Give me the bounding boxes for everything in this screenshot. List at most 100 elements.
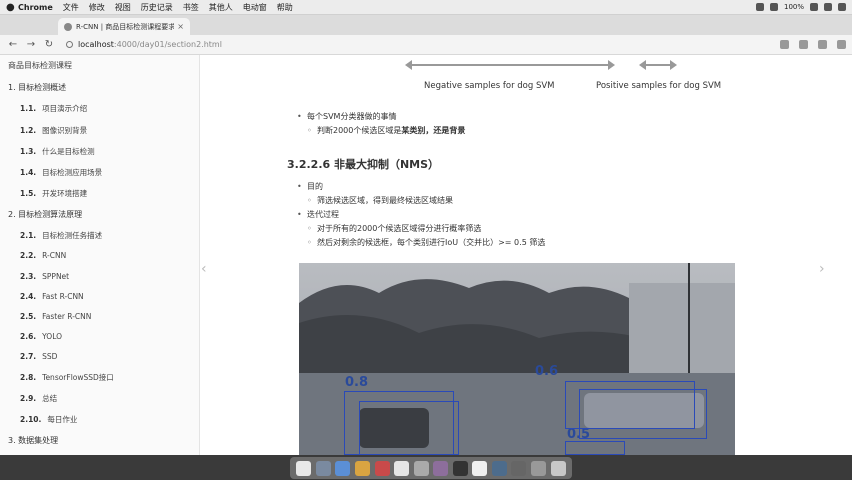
apple-menu-icon[interactable]: ● <box>6 2 18 13</box>
sidebar-item-2-5[interactable]: 2.5. Faster R-CNN <box>20 312 91 321</box>
list-item: 判断2000个候选区域是某类别，还是背景 <box>297 124 465 138</box>
battery-percent[interactable]: 100% <box>784 3 804 11</box>
detection-score: 0.6 <box>535 364 559 379</box>
sidebar-item-num: 2.10. <box>20 415 42 424</box>
address-bar[interactable]: localhost:4000/day01/section2.html <box>66 40 222 49</box>
page-content: ‹ › Negative samples for dog SVM Positiv… <box>201 55 852 455</box>
page-favicon-icon <box>64 22 72 31</box>
menu-help[interactable]: 帮助 <box>277 2 293 13</box>
sidebar-item-num: 1.3. <box>20 147 37 156</box>
sidebar-chapter-2[interactable]: 2. 目标检测算法原理 <box>8 209 82 220</box>
sidebar-item-label: 开发环境搭建 <box>42 189 88 198</box>
tab-active[interactable]: R-CNN | 商品目标检测课程要求 × <box>58 18 190 35</box>
wifi-icon[interactable] <box>755 3 764 11</box>
sidebar-item-num: 1.1. <box>20 104 37 113</box>
figure-caption-positive: Positive samples for dog SVM <box>596 81 722 91</box>
tab-strip: R-CNN | 商品目标检测课程要求 × + <box>0 15 852 45</box>
menu-list-icon[interactable] <box>838 3 846 11</box>
more-menu-icon[interactable] <box>837 40 846 49</box>
sidebar-item-num: 2.2. <box>20 251 37 260</box>
extension-icon[interactable] <box>799 40 808 49</box>
volume-icon[interactable] <box>769 3 778 11</box>
sidebar-item-1-1[interactable]: 1.1. 项目演示介绍 <box>20 103 87 114</box>
list-item: 每个SVM分类器做的事情 <box>297 110 465 124</box>
sidebar-item-1-5[interactable]: 1.5. 开发环境搭建 <box>20 188 87 199</box>
figure-arrows <box>405 60 677 70</box>
launchpad-icon[interactable] <box>315 460 331 476</box>
sidebar-item-num: 2.3. <box>20 272 37 281</box>
safari-icon[interactable] <box>335 460 351 476</box>
list-item: 筛选候选区域，得到最终候选区域结果 <box>297 194 545 208</box>
sidebar-item-2-9[interactable]: 2.9. 总结 <box>20 393 57 404</box>
sidebar-item-num: 2.6. <box>20 332 37 341</box>
battery-icon[interactable] <box>810 3 818 11</box>
list-item-emphasis: 某类别，还是背景 <box>401 126 466 135</box>
notes-icon[interactable] <box>394 460 410 476</box>
terminal-icon[interactable] <box>452 460 468 476</box>
sidebar-item-label: 项目演示介绍 <box>42 104 88 113</box>
menu-window[interactable]: 电动窗 <box>243 2 267 13</box>
browser-toolbar: ← → ↻ localhost:4000/day01/section2.html <box>0 35 852 55</box>
sidebar-item-label: 什么是目标检测 <box>42 147 95 156</box>
media-player-icon[interactable] <box>433 460 449 476</box>
pc-app-icon[interactable] <box>374 460 390 476</box>
menu-people[interactable]: 其他人 <box>209 2 233 13</box>
nms-bullet-list: 目的 筛选候选区域，得到最终候选区域结果 迭代过程 对于所有的2000个候选区域… <box>297 180 545 250</box>
next-page-icon[interactable]: › <box>819 261 825 277</box>
sidebar-item-2-2[interactable]: 2.2. R-CNN <box>20 251 66 260</box>
sidebar-item-1-4[interactable]: 1.4. 目标检测应用场景 <box>20 167 102 178</box>
previous-page-icon[interactable]: ‹ <box>201 261 207 277</box>
list-item-text: 判断2000个候选区域是 <box>317 126 402 135</box>
menu-history[interactable]: 历史记录 <box>141 2 173 13</box>
profile-icon[interactable] <box>818 40 827 49</box>
tab-close-icon[interactable]: × <box>177 22 184 31</box>
status-area: 100% <box>755 3 846 11</box>
sidebar-item-label: 图像识别背景 <box>42 126 88 135</box>
menu-view[interactable]: 视图 <box>115 2 131 13</box>
svm-bullet-list: 每个SVM分类器做的事情 判断2000个候选区域是某类别，还是背景 <box>297 110 465 138</box>
sidebar-item-num: 2.7. <box>20 352 37 361</box>
sidebar-item-2-10[interactable]: 2.10. 每日作业 <box>20 414 77 425</box>
sidebar-item-label: Faster R-CNN <box>42 312 92 321</box>
menu-bookmarks[interactable]: 书签 <box>183 2 199 13</box>
menu-app-name[interactable]: Chrome <box>18 3 53 12</box>
preview-icon[interactable] <box>413 460 429 476</box>
sidebar-item-2-3[interactable]: 2.3. SPPNet <box>20 272 69 281</box>
sidebar-item-num: 2.4. <box>20 292 37 301</box>
tab-title: R-CNN | 商品目标检测课程要求 <box>76 22 175 31</box>
negative-range-arrow <box>405 60 615 70</box>
sidebar-chapter-1[interactable]: 1. 目标检测概述 <box>8 82 66 93</box>
sidebar-chapter-3[interactable]: 3. 数据集处理 <box>8 435 58 446</box>
back-arrow-icon[interactable]: ← <box>6 39 20 50</box>
sidebar-item-2-7[interactable]: 2.7. SSD <box>20 352 57 361</box>
sidebar-item-2-1[interactable]: 2.1. 目标检测任务描述 <box>20 230 102 241</box>
dock-tray <box>290 457 572 479</box>
downloads-icon[interactable] <box>531 460 547 476</box>
typora-icon[interactable] <box>472 460 488 476</box>
chrome-icon[interactable] <box>354 460 370 476</box>
forward-arrow-icon[interactable]: → <box>24 39 38 50</box>
sidebar-item-2-6[interactable]: 2.6. YOLO <box>20 332 62 341</box>
sidebar-item-2-8[interactable]: 2.8. TensorFlowSSD接口 <box>20 372 114 383</box>
sidebar-item-num: 1.4. <box>20 168 37 177</box>
bookmark-star-icon[interactable] <box>780 40 789 49</box>
finder-icon[interactable] <box>296 460 312 476</box>
sidebar-item-label: 目标检测应用场景 <box>42 168 103 177</box>
detection-score: 0.8 <box>345 375 369 390</box>
book-title[interactable]: 商品目标检测课程 <box>8 60 72 71</box>
section-heading-nms: 3.2.2.6 非最大抑制（NMS） <box>287 158 440 171</box>
sidebar-item-1-3[interactable]: 1.3. 什么是目标检测 <box>20 146 95 157</box>
clock-icon[interactable] <box>491 460 507 476</box>
bounding-box <box>565 441 625 455</box>
trash-icon[interactable] <box>550 460 566 476</box>
reload-icon[interactable]: ↻ <box>42 39 56 50</box>
bounding-box <box>579 389 707 439</box>
menu-file[interactable]: 文件 <box>63 2 79 13</box>
search-icon[interactable] <box>824 3 832 11</box>
sidebar-item-2-4[interactable]: 2.4. Fast R-CNN <box>20 292 84 301</box>
info-icon[interactable] <box>66 41 73 48</box>
menu-edit[interactable]: 修改 <box>89 2 105 13</box>
screen-recorder-icon[interactable] <box>511 460 527 476</box>
sidebar-item-1-2[interactable]: 1.2. 图像识别背景 <box>20 125 87 136</box>
sidebar-item-label: SSD <box>42 352 58 361</box>
